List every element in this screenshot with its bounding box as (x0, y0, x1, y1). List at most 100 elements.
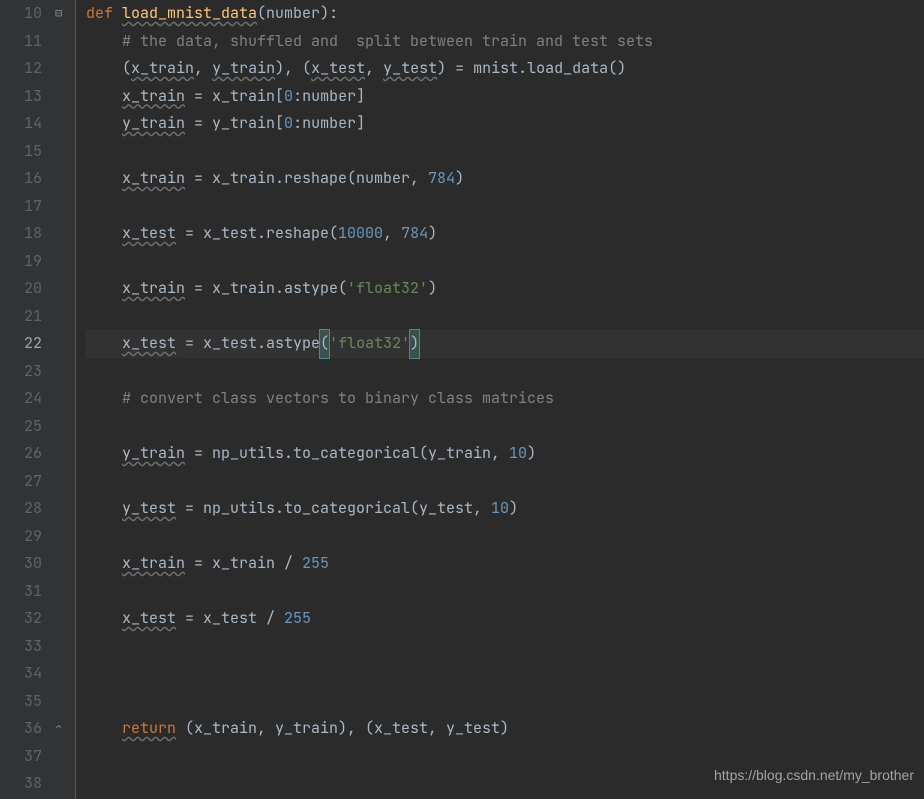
indent-token (86, 83, 122, 111)
code-line[interactable] (86, 248, 924, 276)
indent-token (86, 550, 122, 578)
code-line[interactable]: x_test = x_test.reshape(10000, 784) (86, 220, 924, 248)
punct-token: , (383, 220, 401, 248)
punct-token: ) (527, 440, 536, 468)
code-line[interactable]: # the data, shuffled and split between t… (86, 28, 924, 56)
ident-token: x_test (122, 330, 176, 358)
code-line[interactable]: # convert class vectors to binary class … (86, 385, 924, 413)
code-line[interactable]: x_test = x_test.astype('float32') (86, 330, 924, 358)
fold-cell[interactable] (52, 55, 75, 83)
fold-cell[interactable] (52, 605, 75, 633)
fold-cell[interactable] (52, 633, 75, 661)
code-line[interactable]: x_test = x_test / 255 (86, 605, 924, 633)
punct-token: = np_utils.to_categorical(y_train, (185, 440, 509, 468)
fold-cell[interactable] (52, 770, 75, 798)
indent-token (86, 495, 122, 523)
code-editor[interactable]: 1011121314151617181920212223242526272829… (0, 0, 924, 799)
code-line[interactable] (86, 578, 924, 606)
fold-cell[interactable] (52, 165, 75, 193)
code-line[interactable] (86, 523, 924, 551)
fold-cell[interactable] (52, 193, 75, 221)
punct-token: , (365, 55, 383, 83)
code-line[interactable] (86, 660, 924, 688)
fold-cell[interactable] (52, 303, 75, 331)
code-line[interactable] (86, 303, 924, 331)
line-number: 24 (0, 385, 42, 413)
code-line[interactable]: def load_mnist_data(number): (86, 0, 924, 28)
fold-cell[interactable] (52, 743, 75, 771)
fold-cell[interactable] (52, 83, 75, 111)
code-line[interactable]: y_train = y_train[0:number] (86, 110, 924, 138)
fold-cell[interactable] (52, 468, 75, 496)
fold-cell[interactable]: ⊟ (52, 0, 75, 28)
code-line[interactable]: x_train = x_train.astype('float32') (86, 275, 924, 303)
ident-token: y_test (383, 55, 437, 83)
punct-token: :number] (293, 83, 365, 111)
fold-cell[interactable] (52, 440, 75, 468)
fold-cell[interactable] (52, 330, 75, 358)
code-line[interactable] (86, 468, 924, 496)
fold-cell[interactable] (52, 660, 75, 688)
code-line[interactable] (86, 358, 924, 386)
code-line[interactable]: x_train = x_train.reshape(number, 784) (86, 165, 924, 193)
fold-cell[interactable] (52, 550, 75, 578)
punct-token: = x_test.reshape( (176, 220, 338, 248)
line-number: 30 (0, 550, 42, 578)
line-number-gutter: 1011121314151617181920212223242526272829… (0, 0, 52, 799)
fold-cell[interactable] (52, 248, 75, 276)
ident-token: y_train (122, 440, 185, 468)
indent-token (86, 110, 122, 138)
fold-cell[interactable] (52, 385, 75, 413)
num-token: 10 (509, 440, 527, 468)
punct-token: ) (428, 220, 437, 248)
fold-cell[interactable] (52, 413, 75, 441)
code-line[interactable]: y_train = np_utils.to_categorical(y_trai… (86, 440, 924, 468)
fold-close-icon[interactable]: ⌃ (55, 715, 62, 743)
fold-cell[interactable] (52, 138, 75, 166)
code-line[interactable] (86, 413, 924, 441)
punct-token: = y_train[ (185, 110, 284, 138)
ident-token: x_test (122, 605, 176, 633)
punct-token: = x_train[ (185, 83, 284, 111)
line-number: 29 (0, 523, 42, 551)
line-number: 10 (0, 0, 42, 28)
fold-gutter[interactable]: ⊟⌃ (52, 0, 76, 799)
num-token: 784 (428, 165, 455, 193)
code-line[interactable] (86, 193, 924, 221)
code-line[interactable]: x_train = x_train / 255 (86, 550, 924, 578)
code-line[interactable]: (x_train, y_train), (x_test, y_test) = m… (86, 55, 924, 83)
code-line[interactable] (86, 633, 924, 661)
code-line[interactable] (86, 688, 924, 716)
ident-token: y_train (122, 110, 185, 138)
fold-cell[interactable] (52, 28, 75, 56)
code-area[interactable]: def load_mnist_data(number): # the data,… (76, 0, 924, 799)
indent-token (86, 165, 122, 193)
indent-token (86, 275, 122, 303)
fold-cell[interactable] (52, 495, 75, 523)
num-token: 10000 (338, 220, 383, 248)
line-number: 11 (0, 28, 42, 56)
fold-open-icon[interactable]: ⊟ (55, 0, 62, 28)
fold-cell[interactable] (52, 358, 75, 386)
fold-cell[interactable] (52, 275, 75, 303)
indent-token (86, 605, 122, 633)
fold-cell[interactable] (52, 220, 75, 248)
cmt-token: # the data, shuffled and split between t… (122, 28, 653, 56)
code-line[interactable]: return (x_train, y_train), (x_test, y_te… (86, 715, 924, 743)
kw-token: def (86, 0, 122, 28)
line-number: 22 (0, 330, 42, 358)
fold-cell[interactable] (52, 110, 75, 138)
line-number: 27 (0, 468, 42, 496)
code-line[interactable]: x_train = x_train[0:number] (86, 83, 924, 111)
fold-cell[interactable]: ⌃ (52, 715, 75, 743)
fold-cell[interactable] (52, 688, 75, 716)
punct-token: = x_train.astype( (185, 275, 347, 303)
cmt-token: # convert class vectors to binary class … (122, 385, 554, 413)
code-line[interactable]: y_test = np_utils.to_categorical(y_test,… (86, 495, 924, 523)
fold-cell[interactable] (52, 578, 75, 606)
fold-cell[interactable] (52, 523, 75, 551)
num-token: 255 (302, 550, 329, 578)
code-line[interactable] (86, 138, 924, 166)
punct-token: :number] (293, 110, 365, 138)
fn-token: load_mnist_data (122, 0, 257, 28)
